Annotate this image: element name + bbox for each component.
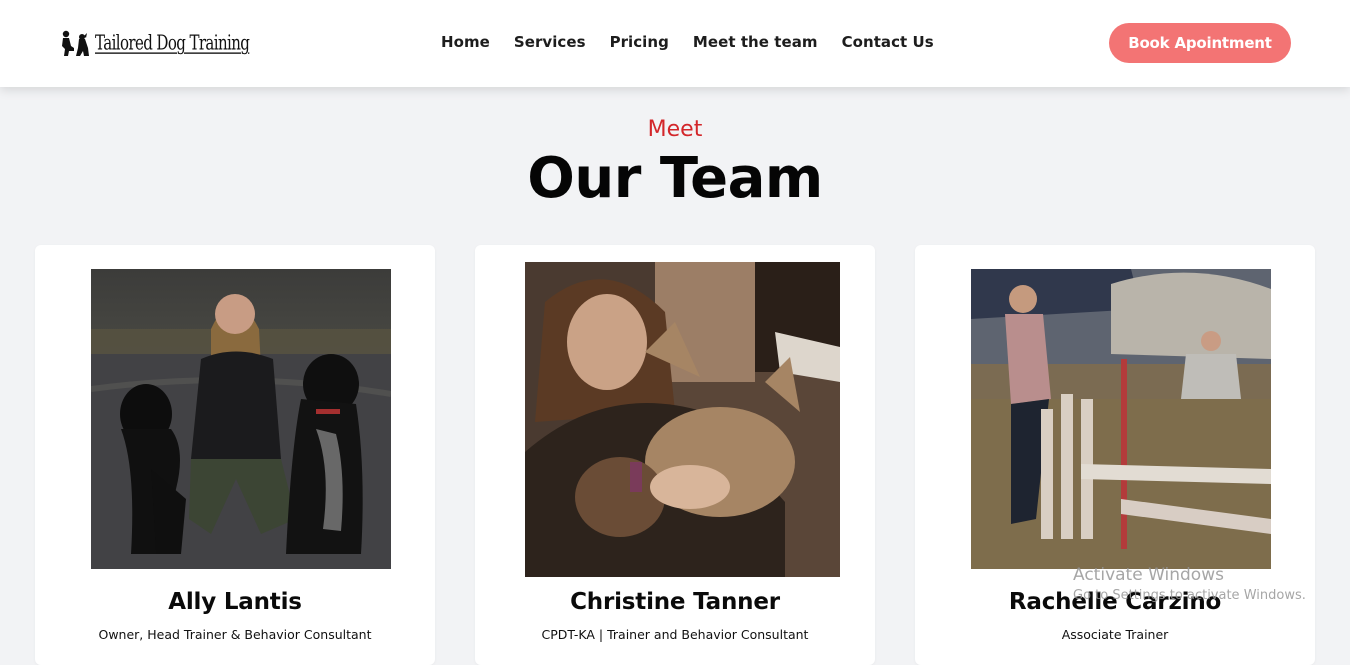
nav-services[interactable]: Services: [514, 33, 586, 51]
nav-home[interactable]: Home: [441, 33, 490, 51]
dog-trainer-logo-icon: [62, 30, 89, 56]
team-member-role: Owner, Head Trainer & Behavior Consultan…: [98, 627, 372, 642]
team-photo-ally-lantis: [91, 269, 391, 569]
nav-pricing[interactable]: Pricing: [610, 33, 669, 51]
team-photo-rachelle-carzino: [971, 269, 1271, 569]
team-member-name: Ally Lantis: [168, 589, 302, 615]
team-member-role: Associate Trainer: [1061, 627, 1169, 642]
team-photo-christine-tanner: [525, 262, 840, 577]
main-nav: Home Services Pricing Meet the team Cont…: [430, 33, 958, 51]
team-member-role: CPDT-KA | Trainer and Behavior Consultan…: [541, 627, 809, 642]
site-logo[interactable]: Tailored Dog Training: [58, 26, 250, 60]
nav-contact-us[interactable]: Contact Us: [842, 33, 934, 51]
team-card-christine-tanner: Christine Tanner CPDT-KA | Trainer and B…: [475, 245, 875, 665]
section-eyebrow: Meet: [647, 117, 703, 142]
team-card-rachelle-carzino: Rachelle Carzino Associate Trainer: [915, 245, 1315, 665]
site-header: Tailored Dog Training Home Services Pric…: [0, 0, 1350, 87]
book-appointment-button[interactable]: Book Apointment: [1109, 23, 1291, 63]
team-member-name: Rachelle Carzino: [1008, 589, 1222, 615]
logo-text: Tailored Dog Training: [95, 30, 250, 56]
team-member-name: Christine Tanner: [570, 589, 780, 615]
section-title: Our Team: [527, 146, 823, 211]
team-card-ally-lantis: Ally Lantis Owner, Head Trainer & Behavi…: [35, 245, 435, 665]
nav-meet-the-team[interactable]: Meet the team: [693, 33, 818, 51]
